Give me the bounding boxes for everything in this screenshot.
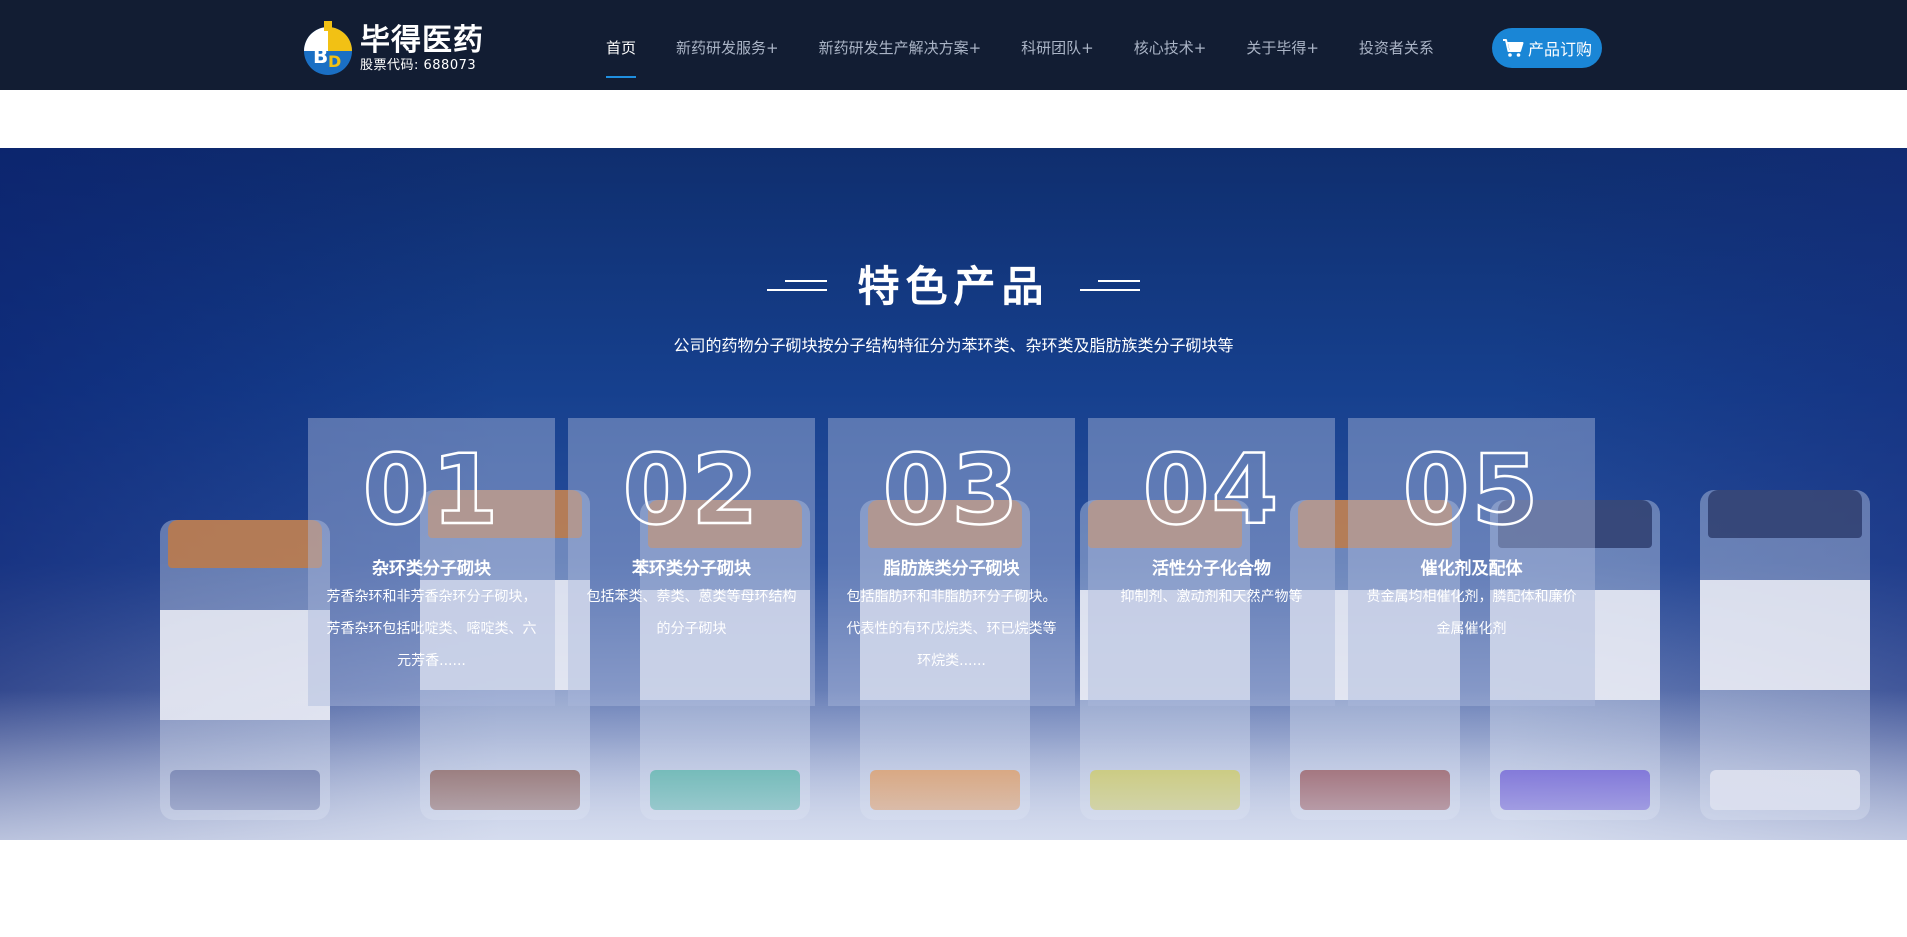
featured-products-section: 特色产品 公司的药物分子砌块按分子结构特征分为苯环类、杂环类及脂肪族类分子砌块等…: [0, 148, 1907, 840]
nav-item-rd-services[interactable]: 新药研发服务+: [676, 0, 779, 90]
card-description: 芳香杂环和非芳香杂环分子砌块，芳香杂环包括吡啶类、嘧啶类、六元芳香......: [326, 589, 537, 669]
logo-stock-code: 股票代码: 688073: [360, 58, 477, 73]
site-header: B D 毕得医药 股票代码: 688073 首页 新药研发服务+ 新药研发生产解…: [0, 0, 1907, 90]
company-logo[interactable]: B D 毕得医药 股票代码: 688073: [300, 18, 490, 80]
product-card-active-compounds[interactable]: 04 活性分子化合物 抑制剂、激动剂和天然产物等: [1088, 418, 1335, 706]
logo-company-name: 毕得医药: [360, 23, 484, 58]
card-number: 05: [1401, 434, 1541, 546]
cart-icon: [1502, 38, 1524, 58]
hero-floor-shade: [0, 690, 1907, 840]
logo-text: 毕得医药 股票代码: 688073: [360, 24, 484, 74]
card-title: 活性分子化合物: [1152, 559, 1271, 579]
logo-mark-icon: B D: [300, 21, 356, 77]
card-description: 贵金属均相催化剂，膦配体和廉价金属催化剂: [1366, 589, 1577, 637]
nav-item-about[interactable]: 关于毕得+: [1246, 0, 1319, 90]
product-order-label: 产品订购: [1527, 40, 1592, 59]
card-description: 包括苯类、萘类、蒽类等母环结构的分子砌块: [586, 589, 797, 637]
product-card-benzene[interactable]: 02 苯环类分子砌块 包括苯类、萘类、蒽类等母环结构的分子砌块: [568, 418, 815, 706]
svg-text:D: D: [328, 52, 341, 71]
card-number: 02: [621, 434, 761, 546]
title-decoration-right: [1079, 277, 1140, 291]
product-category-cards: 01 杂环类分子砌块 芳香杂环和非芳香杂环分子砌块，芳香杂环包括吡啶类、嘧啶类、…: [308, 418, 1608, 706]
nav-item-core-tech[interactable]: 核心技术+: [1134, 0, 1207, 90]
product-order-button[interactable]: 产品订购: [1492, 28, 1602, 68]
nav-item-investors[interactable]: 投资者关系: [1359, 0, 1434, 90]
card-number: 04: [1141, 434, 1281, 546]
card-title: 催化剂及配体: [1420, 559, 1523, 579]
svg-text:B: B: [313, 44, 328, 68]
title-decoration-left: [767, 277, 828, 291]
card-number: 01: [361, 434, 501, 546]
section-title: 特色产品: [857, 262, 1050, 311]
card-title: 杂环类分子砌块: [372, 559, 491, 579]
main-nav: 首页 新药研发服务+ 新药研发生产解决方案+ 科研团队+ 核心技术+ 关于毕得+…: [606, 0, 1474, 90]
nav-item-rd-solutions[interactable]: 新药研发生产解决方案+: [819, 0, 982, 90]
nav-item-research-team[interactable]: 科研团队+: [1021, 0, 1094, 90]
section-subtitle: 公司的药物分子砌块按分子结构特征分为苯环类、杂环类及脂肪族类分子砌块等: [673, 336, 1234, 355]
card-title: 脂肪族类分子砌块: [883, 559, 1020, 579]
section-title-row: 特色产品: [0, 253, 1907, 314]
card-title: 苯环类分子砌块: [632, 559, 751, 579]
product-card-aliphatic[interactable]: 03 脂肪族类分子砌块 包括脂肪环和非脂肪环分子砌块。代表性的有环戊烷类、环已烷…: [828, 418, 1075, 706]
product-card-heterocyclic[interactable]: 01 杂环类分子砌块 芳香杂环和非芳香杂环分子砌块，芳香杂环包括吡啶类、嘧啶类、…: [308, 418, 555, 706]
card-description: 包括脂肪环和非脂肪环分子砌块。代表性的有环戊烷类、环已烷类等环烷类......: [846, 589, 1057, 669]
card-number: 03: [881, 434, 1021, 546]
nav-item-home[interactable]: 首页: [606, 0, 637, 90]
card-description: 抑制剂、激动剂和天然产物等: [1120, 589, 1303, 605]
product-card-catalysts[interactable]: 05 催化剂及配体 贵金属均相催化剂，膦配体和廉价金属催化剂: [1348, 418, 1595, 706]
